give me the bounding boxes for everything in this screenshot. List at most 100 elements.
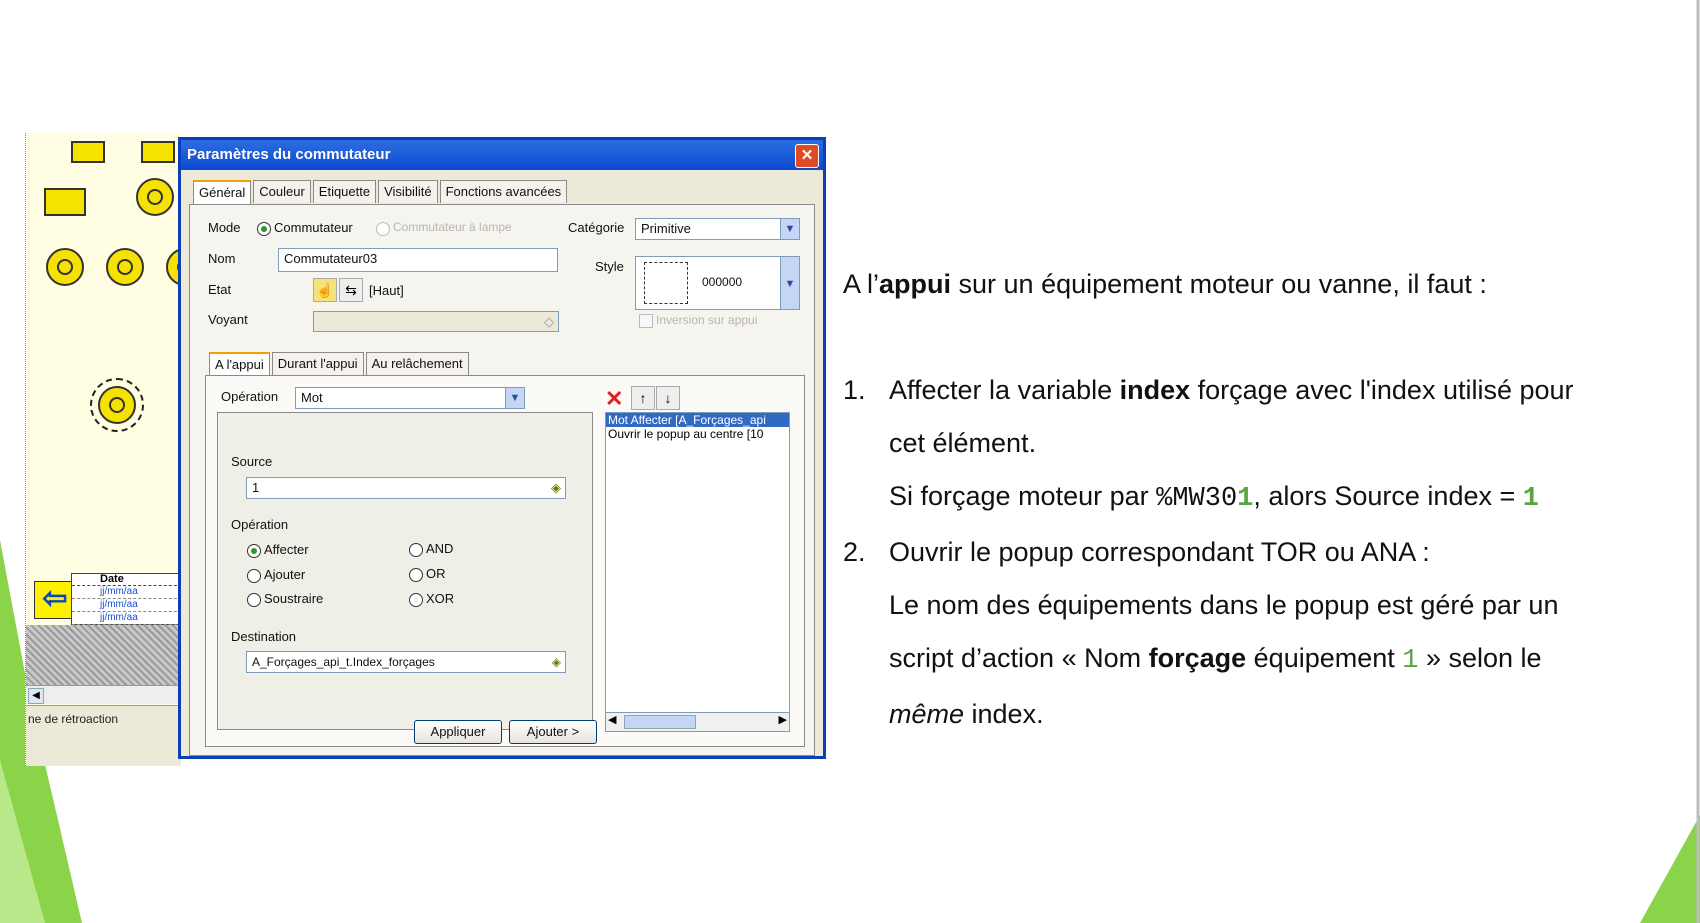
tab-fonctions-avancees[interactable]: Fonctions avancées xyxy=(439,180,568,203)
item2-line3-code: 1 xyxy=(1402,646,1419,676)
item2-line4-post: index. xyxy=(964,699,1044,729)
chevron-down-icon[interactable]: ▼ xyxy=(505,388,524,408)
apply-button[interactable]: Appliquer xyxy=(414,720,502,744)
date-table-row: jj/mm/aa xyxy=(72,612,181,625)
mode-lampe-radio xyxy=(376,222,390,236)
date-table-row: jj/mm/aa xyxy=(72,599,181,612)
ajouter-radio[interactable] xyxy=(247,569,261,583)
tab-visibilite[interactable]: Visibilité xyxy=(378,180,438,203)
motor-icon xyxy=(141,141,175,163)
operation-value: Mot xyxy=(301,390,323,405)
right-green-triangle xyxy=(1640,815,1700,923)
tab-couleur[interactable]: Couleur xyxy=(253,180,311,203)
list-item-1: 1. Affecter la variable index forçage av… xyxy=(843,364,1673,526)
operation-select[interactable]: Mot ▼ xyxy=(295,387,525,409)
horizontal-scrollbar[interactable]: ◀ xyxy=(26,685,181,704)
hand-icon[interactable]: ☝ xyxy=(313,278,337,302)
arrow-up-icon[interactable]: ↑ xyxy=(631,386,655,410)
tab-general[interactable]: Général xyxy=(193,180,252,207)
categorie-select[interactable]: Primitive ▼ xyxy=(635,218,800,240)
categorie-label: Catégorie xyxy=(568,220,625,235)
and-label: AND xyxy=(426,541,454,556)
and-radio[interactable] xyxy=(409,543,423,557)
motor-icon xyxy=(71,141,105,163)
synoptic-canvas[interactable]: ⇦ Date jj/mm/aa jj/mm/aa jj/mm/aa ◀ ne d… xyxy=(25,133,181,766)
list-item[interactable]: Ouvrir le popup au centre [10 xyxy=(606,427,789,441)
pump-icon xyxy=(46,248,84,286)
or-radio[interactable] xyxy=(409,568,423,582)
mode-commutateur-radio[interactable] xyxy=(257,222,271,236)
intro-pre: A l’ xyxy=(843,269,880,299)
tab-etiquette[interactable]: Etiquette xyxy=(312,180,377,203)
categorie-value: Primitive xyxy=(641,221,691,236)
nom-label: Nom xyxy=(208,251,236,266)
style-value: 000000 xyxy=(702,275,743,289)
mode-commutateur-label: Commutateur xyxy=(274,220,353,235)
destination-value: A_Forçages_api_t.Index_forçages xyxy=(252,655,435,669)
close-icon: ✕ xyxy=(800,147,814,164)
actions-listbox[interactable]: Mot Affecter [A_Forçages_api Ouvrir le p… xyxy=(605,412,790,714)
close-button[interactable]: ✕ xyxy=(795,144,819,168)
scroll-thumb[interactable] xyxy=(624,715,696,729)
scroll-left-icon[interactable]: ◀ xyxy=(608,713,616,726)
item1-line1-bold: index xyxy=(1119,375,1191,405)
item2-line4: même index. xyxy=(843,688,1673,741)
affecter-radio[interactable] xyxy=(247,544,261,558)
item1-line2: cet élément. xyxy=(889,428,1037,458)
motor-pump-icon xyxy=(44,188,86,216)
dialog-titlebar[interactable]: Paramètres du commutateur ✕ xyxy=(181,140,823,170)
item1-line3-code-green: 1 xyxy=(1237,484,1254,514)
dialog-title: Paramètres du commutateur xyxy=(187,146,391,163)
item2-line1: Ouvrir le popup correspondant TOR ou ANA… xyxy=(889,537,1430,567)
explanation-text: A l’appui sur un équipement moteur ou va… xyxy=(843,258,1673,741)
item1-line3: Si forçage moteur par %MW301, alors Sour… xyxy=(843,470,1673,526)
item2-number: 2. xyxy=(843,537,866,567)
style-select[interactable]: 000000 ▼ xyxy=(635,256,800,310)
chevron-down-icon[interactable]: ▼ xyxy=(780,219,799,239)
chevron-down-icon[interactable]: ▼ xyxy=(780,257,799,309)
browse-icon[interactable]: ◈ xyxy=(551,478,561,498)
delete-icon[interactable]: ✕ xyxy=(605,386,623,412)
intro-post: sur un équipement moteur ou vanne, il fa… xyxy=(951,269,1487,299)
destination-input[interactable]: A_Forçages_api_t.Index_forçages ◈ xyxy=(246,651,566,673)
date-table-header: Date xyxy=(72,574,181,586)
list-horizontal-scrollbar[interactable]: ◀ ▶ xyxy=(605,712,790,732)
item1-number: 1. xyxy=(843,375,866,405)
xor-label: XOR xyxy=(426,591,455,606)
add-button[interactable]: Ajouter > xyxy=(509,720,597,744)
inversion-checkbox xyxy=(639,314,653,328)
style-preview xyxy=(644,262,688,304)
item1-line1: Affecter la variable index forçage avec … xyxy=(843,364,1673,417)
item2-line3: script d’action « Nom forçage équipement… xyxy=(843,632,1673,688)
intro-bold: appui xyxy=(879,269,952,299)
tab-durant-lappui[interactable]: Durant l'appui xyxy=(271,352,364,375)
list-item-2: 2. Ouvrir le popup correspondant TOR ou … xyxy=(843,526,1673,741)
arrow-down-icon[interactable]: ↓ xyxy=(656,386,680,410)
item2-line3-mid: équipement xyxy=(1246,643,1403,673)
state-toggle-icon[interactable]: ⇆ xyxy=(339,278,363,302)
soustraire-radio[interactable] xyxy=(247,593,261,607)
item2-line3-post: » selon le xyxy=(1418,643,1542,673)
item2-line4-italic: même xyxy=(889,699,965,729)
tab-au-relachement[interactable]: Au relâchement xyxy=(365,352,469,375)
source-input[interactable]: 1 ◈ xyxy=(246,477,566,499)
selected-switch-icon[interactable] xyxy=(90,378,144,432)
list-item[interactable]: Mot Affecter [A_Forçages_api xyxy=(606,413,789,427)
browse-icon: ◇ xyxy=(544,314,554,329)
scroll-right-icon[interactable]: ▶ xyxy=(779,713,787,726)
operation-label: Opération xyxy=(221,389,279,404)
back-arrow-icon[interactable]: ⇦ xyxy=(34,581,76,619)
item2-line3-pre: script d’action « Nom xyxy=(889,643,1149,673)
item2-line2: Le nom des équipements dans le popup est… xyxy=(889,590,1559,620)
main-tabs: Général Couleur Etiquette Visibilité Fon… xyxy=(193,180,568,207)
scroll-left-icon[interactable]: ◀ xyxy=(28,688,44,704)
status-text: ne de rétroaction xyxy=(26,705,181,766)
nom-input[interactable]: Commutateur03 xyxy=(278,248,558,272)
xor-radio[interactable] xyxy=(409,593,423,607)
affecter-label: Affecter xyxy=(264,542,309,557)
browse-icon[interactable]: ◈ xyxy=(552,652,561,672)
intro-paragraph: A l’appui sur un équipement moteur ou va… xyxy=(843,258,1673,311)
item1-line3-post: , alors Source index = xyxy=(1253,481,1523,511)
voyant-input: ◇ xyxy=(313,311,559,332)
ajouter-label: Ajouter xyxy=(264,567,306,582)
